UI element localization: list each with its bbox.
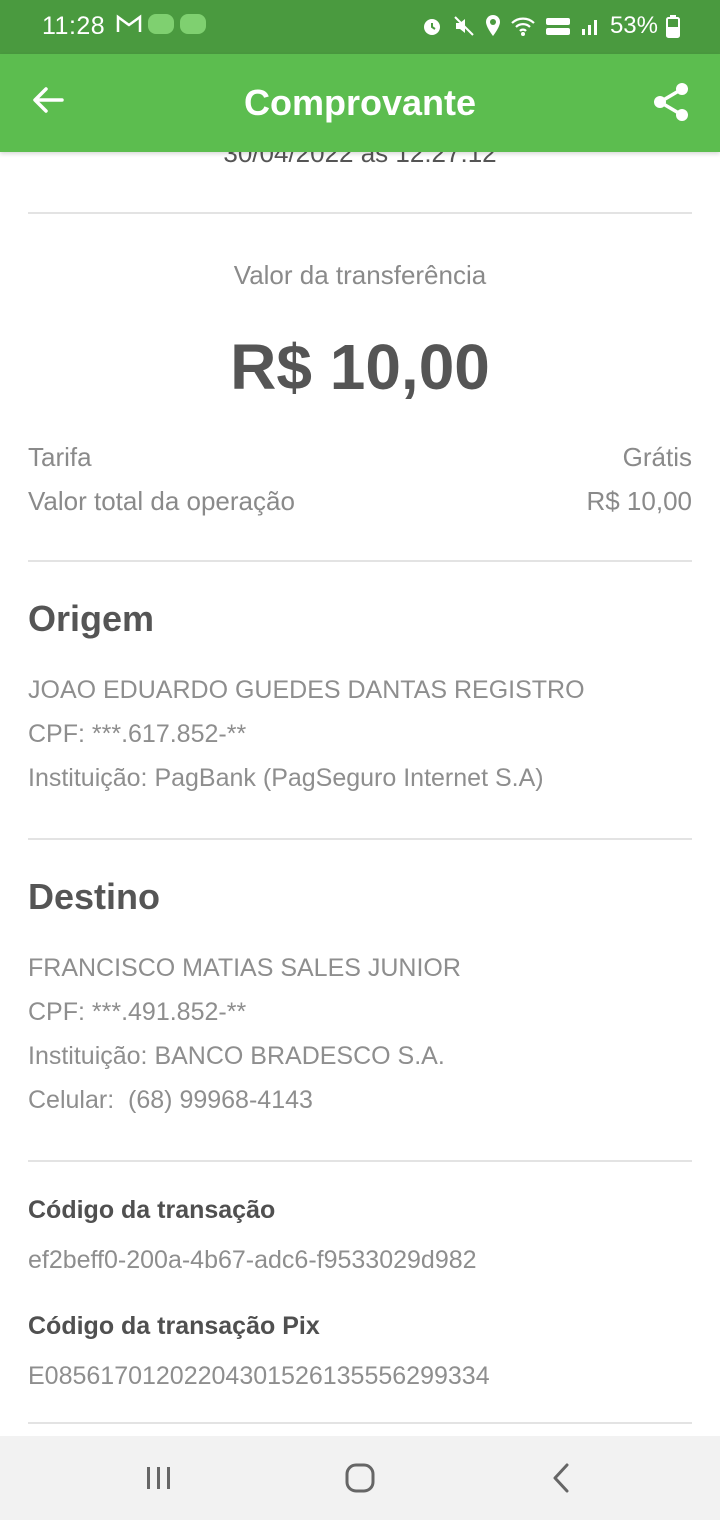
signal-icon bbox=[581, 20, 597, 35]
system-icons: 53% bbox=[420, 12, 680, 40]
fee-label: Tarifa bbox=[28, 442, 92, 472]
status-bar: 11:28 53% bbox=[0, 0, 720, 54]
volte-icon bbox=[545, 18, 570, 35]
destination-institution: Instituição: BANCO BRADESCO S.A. bbox=[28, 1042, 445, 1070]
wifi-icon bbox=[511, 17, 535, 36]
divider bbox=[28, 1422, 692, 1424]
destination-title: Destino bbox=[28, 876, 161, 917]
page-title: Comprovante bbox=[243, 82, 477, 123]
mute-icon bbox=[454, 16, 474, 36]
back-nav-icon[interactable] bbox=[540, 1456, 584, 1500]
status-time: 11:28 bbox=[42, 12, 106, 40]
origin-name: JOAO EDUARDO GUEDES DANTAS REGISTRO bbox=[28, 676, 585, 704]
divider bbox=[28, 1160, 692, 1162]
app-icon bbox=[180, 14, 206, 34]
divider bbox=[28, 560, 692, 562]
destination-name: FRANCISCO MATIAS SALES JUNIOR bbox=[28, 954, 461, 982]
fee-value: Grátis bbox=[622, 442, 692, 472]
destination-phone: Celular: (68) 99968-4143 bbox=[28, 1086, 313, 1114]
navigation-bar bbox=[0, 1436, 720, 1520]
pix-code-value: E08561701202204301526135556299334 bbox=[28, 1362, 490, 1390]
origin-title: Origem bbox=[28, 598, 155, 639]
home-icon[interactable] bbox=[338, 1456, 382, 1500]
location-icon bbox=[485, 15, 500, 36]
app-icon bbox=[148, 14, 174, 34]
total-label: Valor total da operação bbox=[28, 486, 295, 516]
total-row: Valor total da operação R$ 10,00 bbox=[28, 486, 692, 517]
app-bar: Comprovante bbox=[0, 54, 720, 152]
origin-cpf: CPF: ***.617.852-** bbox=[28, 720, 247, 748]
transfer-label: Valor da transferência bbox=[233, 260, 487, 290]
pix-code-title: Código da transação Pix bbox=[28, 1312, 320, 1340]
destination-cpf: CPF: ***.491.852-** bbox=[28, 998, 247, 1026]
transfer-amount: R$ 10,00 bbox=[230, 331, 490, 403]
total-value: R$ 10,00 bbox=[586, 486, 692, 516]
gmail-icon bbox=[116, 14, 142, 32]
transaction-code-value: ef2beff0-200a-4b67-adc6-f9533029d982 bbox=[28, 1246, 477, 1274]
divider bbox=[28, 838, 692, 840]
transaction-code-title: Código da transação bbox=[28, 1196, 276, 1224]
alarm-icon bbox=[423, 19, 440, 35]
divider bbox=[28, 212, 692, 214]
notification-icons bbox=[116, 14, 206, 34]
receipt-content[interactable]: 30/04/2022 às 12:27:12 Valor da transfer… bbox=[0, 152, 720, 1436]
transaction-date: 30/04/2022 às 12:27:12 bbox=[223, 152, 497, 168]
battery-percent: 53% bbox=[609, 12, 658, 39]
origin-institution: Instituição: PagBank (PagSeguro Internet… bbox=[28, 764, 544, 792]
recent-apps-icon[interactable] bbox=[137, 1456, 181, 1500]
fee-row: Tarifa Grátis bbox=[28, 442, 692, 473]
share-icon[interactable] bbox=[652, 82, 690, 122]
battery-icon bbox=[666, 15, 680, 38]
